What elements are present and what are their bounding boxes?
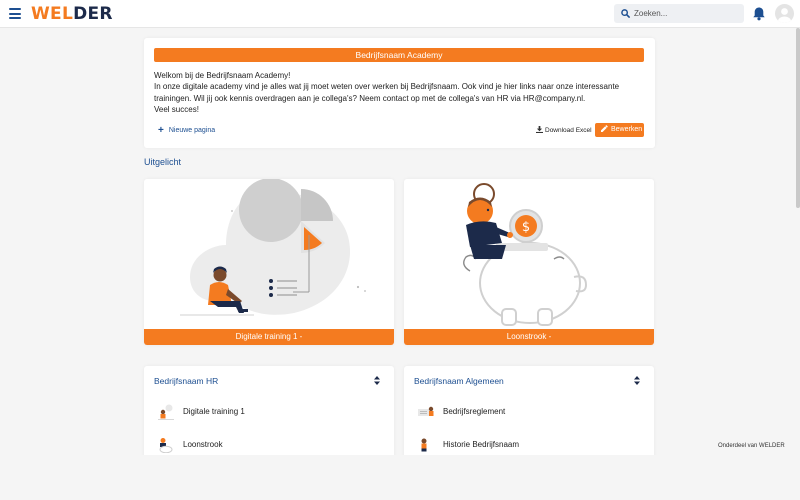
list-title: Bedrijfsnaam HR — [154, 376, 219, 386]
list-item[interactable]: Loonstrook — [156, 437, 381, 453]
academy-title-bar: Bedrijfsnaam Academy — [154, 48, 644, 62]
welder-logo[interactable]: WELDER — [31, 4, 113, 24]
piggy-bank-illustration: $ — [463, 183, 588, 326]
list-card-bedrijfsnaam-hr: Bedrijfsnaam HR Digitale training 1 Loon… — [144, 366, 394, 461]
search-icon — [621, 9, 630, 18]
featured-tile-digitale-training[interactable]: Digitale training 1 - — [144, 179, 394, 345]
bottom-band — [0, 455, 800, 500]
download-icon — [536, 126, 543, 133]
rules-thumbnail — [418, 406, 434, 416]
sort-icon[interactable] — [374, 376, 380, 385]
page-scrollbar[interactable] — [796, 28, 800, 208]
sort-icon[interactable] — [634, 376, 640, 385]
list-item[interactable]: Digitale training 1 — [156, 404, 381, 420]
welcome-line: Welkom bij de Bedrijfsnaam Academy! — [154, 71, 291, 80]
welcome-text: Welkom bij de Bedrijfsnaam Academy! In o… — [154, 70, 649, 115]
list-item[interactable]: Historie Bedrijfsnaam — [416, 437, 641, 453]
welcome-card: Bedrijfsnaam Academy Welkom bij de Bedri… — [144, 38, 655, 148]
new-page-link[interactable]: + Nieuwe pagina — [158, 125, 215, 136]
search-box[interactable] — [614, 4, 744, 23]
list-title: Bedrijfsnaam Algemeen — [414, 376, 504, 386]
user-avatar-icon[interactable] — [775, 4, 794, 23]
footer-note: Onderdeel van WELDER — [718, 443, 785, 449]
tile-label: Loonstrook - — [404, 329, 654, 345]
plus-icon: + — [158, 125, 164, 136]
download-excel-button[interactable]: Download Excel — [536, 126, 592, 135]
list-card-bedrijfsnaam-algemeen: Bedrijfsnaam Algemeen Bedrijfsreglement … — [404, 366, 654, 461]
list-item[interactable]: Bedrijfsreglement — [416, 404, 641, 420]
pencil-icon — [601, 125, 608, 132]
welcome-line: In onze digitale academy vind je alles w… — [154, 82, 620, 103]
svg-text:$: $ — [522, 220, 530, 235]
pie-chart-person-illustration — [180, 179, 366, 316]
tile-label: Digitale training 1 - — [144, 329, 394, 345]
training-thumbnail — [158, 404, 174, 420]
top-bar: WELDER — [0, 0, 800, 28]
featured-section-title: Uitgelicht — [144, 157, 182, 167]
welcome-line: Veel succes! — [154, 104, 199, 114]
search-input[interactable] — [634, 6, 739, 21]
history-thumbnail — [421, 438, 427, 452]
payslip-thumbnail — [159, 438, 173, 453]
bell-icon[interactable] — [752, 6, 766, 21]
edit-button[interactable]: Bewerken — [595, 123, 644, 137]
featured-tile-loonstrook[interactable]: $ Loonstrook - — [404, 179, 654, 345]
hamburger-menu-icon[interactable] — [9, 8, 21, 19]
